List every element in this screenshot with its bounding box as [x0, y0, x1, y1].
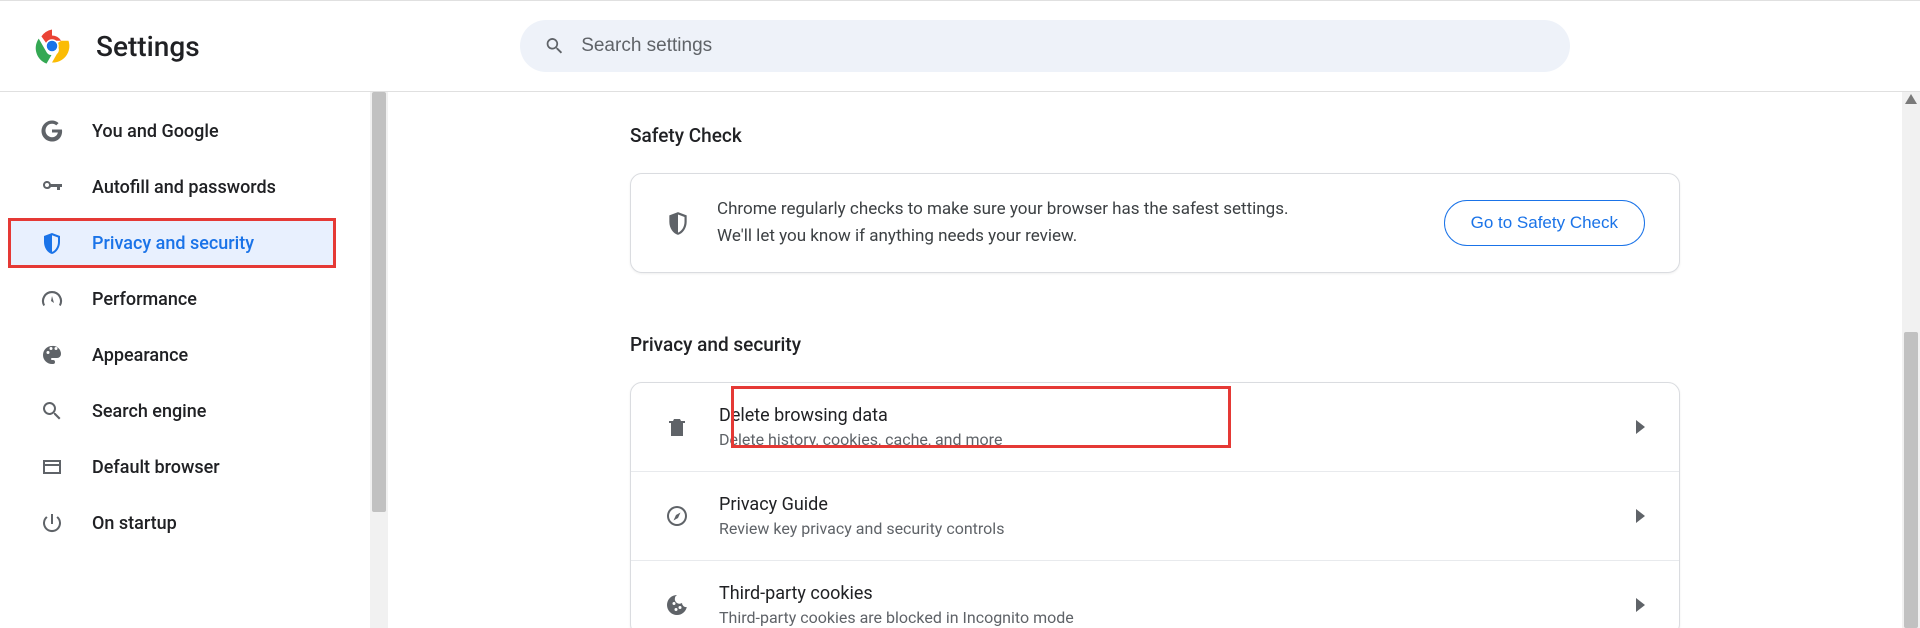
page-title: Settings [96, 30, 200, 63]
chevron-right-icon [1636, 420, 1645, 434]
row-delete-browsing-data[interactable]: Delete browsing data Delete history, coo… [631, 383, 1679, 472]
sidebar-label: Default browser [92, 457, 220, 478]
browser-icon [40, 455, 64, 479]
chrome-logo-icon [34, 28, 70, 64]
palette-icon [40, 343, 64, 367]
go-to-safety-check-button[interactable]: Go to Safety Check [1444, 200, 1645, 246]
sidebar-label: Autofill and passwords [92, 177, 276, 198]
search-input[interactable] [581, 35, 1546, 57]
sidebar-label: Privacy and security [92, 233, 254, 254]
sidebar-label: On startup [92, 513, 177, 534]
sidebar-scrollbar[interactable] [370, 92, 388, 628]
sidebar-item-default-browser[interactable]: Default browser [0, 442, 348, 492]
row-title: Delete browsing data [719, 405, 1636, 426]
sidebar-label: Appearance [92, 345, 188, 366]
safety-check-text: Chrome regularly checks to make sure you… [717, 196, 1444, 250]
compass-icon [665, 504, 689, 528]
main-content: Safety Check Chrome regularly checks to … [390, 92, 1920, 628]
row-subtitle: Delete history, cookies, cache, and more [719, 430, 1636, 449]
row-subtitle: Third-party cookies are blocked in Incog… [719, 608, 1636, 627]
privacy-security-heading: Privacy and security [630, 333, 1680, 356]
sidebar: You and Google Autofill and passwords Pr… [0, 92, 370, 628]
row-title: Privacy Guide [719, 494, 1636, 515]
search-settings[interactable] [520, 20, 1570, 72]
row-privacy-guide[interactable]: Privacy Guide Review key privacy and sec… [631, 472, 1679, 561]
header: Settings [0, 0, 1920, 92]
safety-check-heading: Safety Check [630, 124, 1680, 147]
scroll-up-icon[interactable] [1905, 94, 1917, 104]
main-scroll-thumb[interactable] [1904, 332, 1918, 628]
sidebar-scroll-thumb[interactable] [372, 92, 386, 512]
shield-icon [665, 210, 691, 236]
sidebar-label: Search engine [92, 401, 206, 422]
sidebar-item-on-startup[interactable]: On startup [0, 498, 348, 548]
sidebar-item-you-and-google[interactable]: You and Google [0, 106, 348, 156]
trash-icon [665, 415, 689, 439]
cookie-icon [665, 593, 689, 617]
sidebar-item-search-engine[interactable]: Search engine [0, 386, 348, 436]
search-icon [544, 35, 565, 57]
power-icon [40, 511, 64, 535]
sidebar-label: You and Google [92, 121, 219, 142]
sidebar-label: Performance [92, 289, 197, 310]
shield-icon [40, 231, 64, 255]
row-subtitle: Review key privacy and security controls [719, 519, 1636, 538]
privacy-list: Delete browsing data Delete history, coo… [630, 382, 1680, 628]
sidebar-item-privacy[interactable]: Privacy and security [8, 218, 336, 268]
chevron-right-icon [1636, 598, 1645, 612]
sidebar-item-appearance[interactable]: Appearance [0, 330, 348, 380]
key-icon [40, 175, 64, 199]
sidebar-item-performance[interactable]: Performance [0, 274, 348, 324]
row-title: Third-party cookies [719, 583, 1636, 604]
sidebar-item-autofill[interactable]: Autofill and passwords [0, 162, 348, 212]
speedometer-icon [40, 287, 64, 311]
magnifier-icon [40, 399, 64, 423]
chevron-right-icon [1636, 509, 1645, 523]
google-g-icon [40, 119, 64, 143]
row-third-party-cookies[interactable]: Third-party cookies Third-party cookies … [631, 561, 1679, 628]
safety-check-card: Chrome regularly checks to make sure you… [630, 173, 1680, 273]
main-scrollbar[interactable] [1902, 92, 1920, 628]
